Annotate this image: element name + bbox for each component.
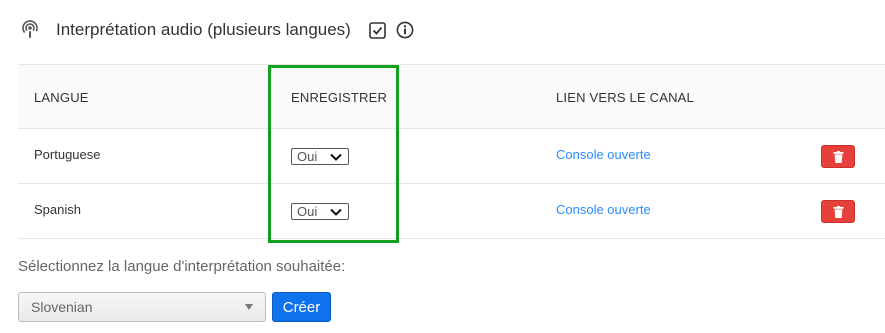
table-row: Spanish Oui Console ouverte	[18, 184, 885, 239]
section-header: Interprétation audio (plusieurs langues)	[20, 14, 414, 46]
info-icon[interactable]	[396, 21, 414, 39]
chevron-down-icon	[330, 208, 342, 216]
record-select[interactable]: Oui	[291, 203, 349, 220]
trash-icon	[833, 150, 843, 163]
language-select-value: Slovenian	[31, 299, 93, 315]
trash-icon	[833, 205, 843, 218]
table-row: Portuguese Oui Console ouverte	[18, 129, 885, 184]
column-header-lien: LIEN VERS LE CANAL	[556, 90, 694, 105]
podcast-icon	[22, 20, 38, 38]
record-select[interactable]: Oui	[291, 148, 349, 165]
language-prompt: Sélectionnez la langue d'interprétation …	[18, 258, 346, 275]
interpretation-table: LANGUE ENREGISTRER LIEN VERS LE CANAL Po…	[18, 64, 885, 240]
column-header-enregistrer: ENREGISTRER	[291, 90, 388, 105]
delete-button[interactable]	[821, 200, 855, 223]
open-console-link[interactable]: Console ouverte	[556, 147, 651, 162]
language-select[interactable]: Slovenian	[18, 292, 266, 322]
chevron-down-icon	[330, 153, 342, 161]
language-name: Spanish	[34, 202, 81, 217]
table-header: LANGUE ENREGISTRER LIEN VERS LE CANAL	[18, 64, 885, 129]
language-name: Portuguese	[34, 147, 101, 162]
checkbox-checked-icon[interactable]	[369, 21, 386, 39]
column-header-langue: LANGUE	[34, 90, 89, 105]
record-select-value: Oui	[297, 149, 318, 164]
create-button[interactable]: Créer	[272, 292, 331, 322]
open-console-link[interactable]: Console ouverte	[556, 202, 651, 217]
caret-down-icon	[245, 304, 253, 310]
section-title: Interprétation audio (plusieurs langues)	[56, 20, 351, 39]
record-select-value: Oui	[297, 204, 318, 219]
delete-button[interactable]	[821, 145, 855, 168]
